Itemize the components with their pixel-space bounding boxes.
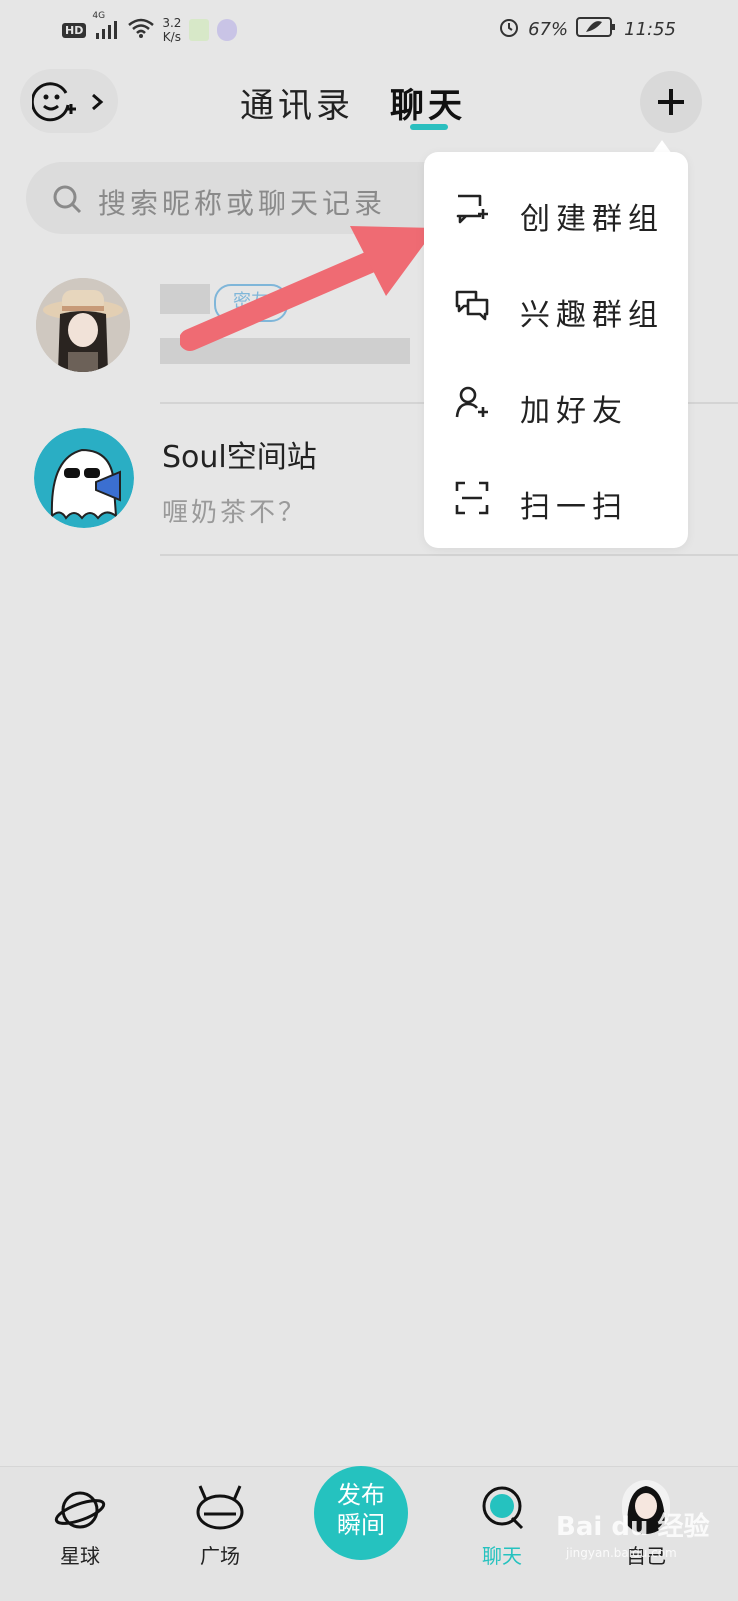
list-divider bbox=[160, 554, 738, 556]
menu-label: 兴趣群组 bbox=[520, 298, 664, 333]
clock-time: 11:55 bbox=[624, 19, 676, 40]
tab-contacts[interactable]: 通讯录 bbox=[240, 78, 354, 127]
chat-bubbles-icon bbox=[455, 290, 489, 321]
smiley-plus-icon bbox=[32, 82, 76, 122]
status-left: HD 4G 3.2 K/s bbox=[62, 11, 238, 44]
planet-icon bbox=[54, 1491, 106, 1529]
nav-label: 星球 bbox=[60, 1544, 100, 1568]
battery-percent: 67% bbox=[528, 19, 569, 40]
nav-label: 聊天 bbox=[482, 1544, 522, 1568]
annotation-arrow bbox=[180, 226, 436, 351]
speed-value: 3.2 bbox=[162, 16, 182, 30]
menu-item-scan[interactable]: 扫一扫 bbox=[424, 448, 688, 544]
speed-unit: K/s bbox=[162, 30, 181, 44]
nav-square[interactable]: 广场 bbox=[170, 1470, 270, 1590]
conv-name: Soul空间站 bbox=[162, 440, 317, 475]
add-person-icon bbox=[455, 386, 488, 418]
watermark-url: jingyan.baidu.com bbox=[566, 1546, 677, 1560]
scan-icon bbox=[455, 481, 489, 515]
publish-line2: 瞬间 bbox=[337, 1511, 385, 1539]
menu-item-add-friend[interactable]: 加好友 bbox=[424, 352, 688, 448]
app-notification-icon-2 bbox=[217, 19, 238, 41]
battery-icon bbox=[576, 16, 616, 43]
menu-label: 扫一扫 bbox=[520, 490, 628, 525]
plus-button[interactable] bbox=[640, 71, 702, 133]
chat-bubble-icon bbox=[482, 1486, 524, 1530]
wifi-icon bbox=[128, 18, 155, 42]
avatar bbox=[34, 428, 134, 528]
nav-planet[interactable]: 星球 bbox=[30, 1470, 130, 1590]
publish-text: 发布 瞬间 bbox=[314, 1480, 408, 1540]
menu-item-create-group[interactable]: 创建群组 bbox=[424, 160, 688, 256]
popup-menu: 创建群组 兴趣群组 加好友 扫一扫 bbox=[424, 152, 688, 548]
menu-label: 加好友 bbox=[520, 394, 628, 429]
plus-icon bbox=[658, 89, 684, 115]
hd-badge: HD bbox=[62, 22, 87, 38]
network-type: 4G bbox=[92, 10, 106, 21]
watermark: Bai du 经验 bbox=[556, 1512, 710, 1542]
menu-item-interest-group[interactable]: 兴趣群组 bbox=[424, 256, 688, 352]
menu-label: 创建群组 bbox=[520, 202, 664, 237]
chat-plus-icon bbox=[456, 194, 488, 224]
signal-icon: 4G bbox=[92, 11, 120, 42]
app-notification-icon bbox=[189, 19, 210, 41]
publish-moment-button[interactable]: 发布 瞬间 bbox=[314, 1466, 408, 1570]
tab-chat[interactable]: 聊天 bbox=[390, 78, 466, 127]
nav-chat[interactable]: 聊天 bbox=[452, 1470, 552, 1590]
conv-preview: 喱奶茶不？ bbox=[162, 498, 308, 528]
square-alien-icon bbox=[196, 1485, 244, 1530]
search-icon bbox=[53, 185, 82, 214]
status-right: 67% 11:55 bbox=[498, 16, 676, 43]
chevron-right-icon bbox=[92, 93, 104, 111]
publish-line1: 发布 bbox=[337, 1481, 385, 1509]
nav-label: 广场 bbox=[200, 1544, 240, 1568]
active-tab-indicator bbox=[410, 124, 448, 130]
net-speed: 3.2 K/s bbox=[162, 16, 181, 44]
add-friend-smiley-button[interactable] bbox=[20, 69, 118, 133]
avatar bbox=[36, 278, 130, 372]
alarm-icon bbox=[498, 16, 520, 43]
